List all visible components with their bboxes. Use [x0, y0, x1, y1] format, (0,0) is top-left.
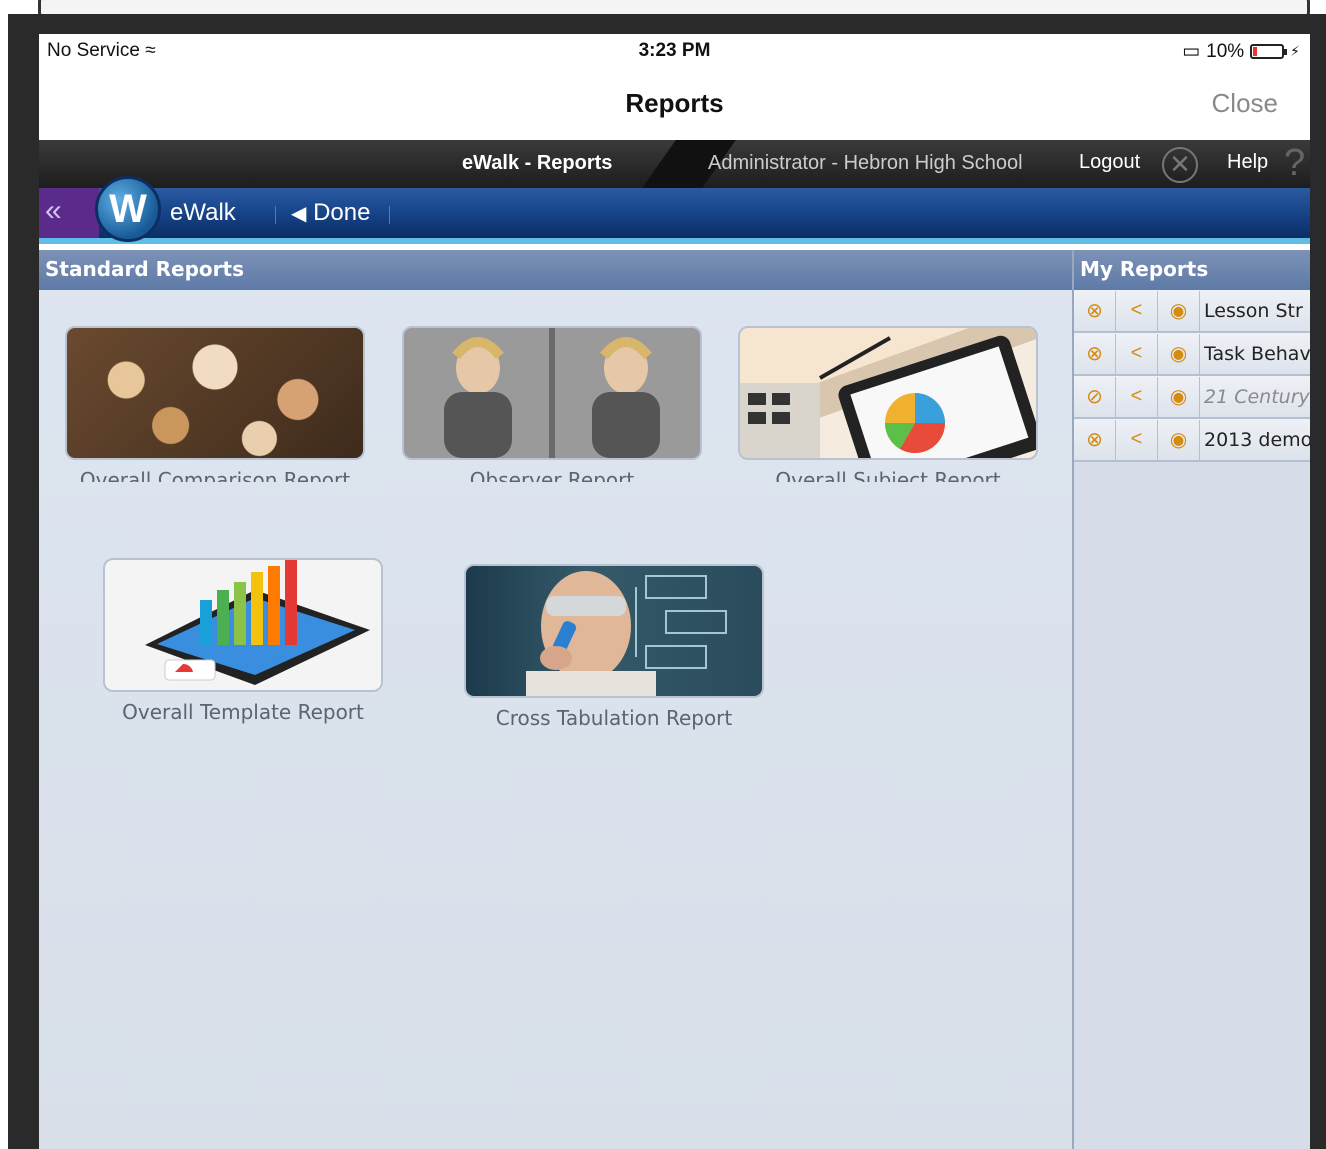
close-button[interactable]: Close: [1212, 88, 1278, 119]
observer-image: [402, 326, 702, 460]
delete-icon[interactable]: ⊗: [1074, 419, 1116, 460]
airplay-icon: ▭: [1182, 41, 1201, 62]
collapse-menu-button[interactable]: «: [39, 188, 99, 238]
view-eye-icon[interactable]: ◉: [1158, 376, 1200, 417]
toolbar-divider: [275, 206, 276, 224]
report-tile-label: Overall Template Report: [122, 700, 364, 724]
device-bezel-left: [8, 14, 39, 1149]
report-tile-observer[interactable]: Observer Report: [402, 326, 702, 482]
template-illustration: [145, 560, 370, 685]
report-tile-overall-template[interactable]: Overall Template Report: [103, 558, 383, 724]
clock: 3:23 PM: [638, 40, 711, 61]
ewalk-logo[interactable]: W: [95, 176, 161, 242]
my-report-row[interactable]: ⊗ < ◉ 2013 demo: [1074, 419, 1310, 462]
my-reports-panel: My Reports ⊗ < ◉ Lesson Str ⊗ < ◉ Task B…: [1072, 250, 1310, 1149]
share-icon[interactable]: <: [1116, 419, 1158, 460]
help-link[interactable]: Help: [1227, 151, 1268, 174]
my-report-title[interactable]: Task Behav: [1200, 343, 1310, 365]
standard-reports-heading: Standard Reports: [39, 250, 1072, 290]
status-right: ▭ 10% ⚡: [1182, 40, 1300, 63]
share-icon[interactable]: <: [1116, 376, 1158, 417]
my-report-row[interactable]: ⊗ < ◉ Task Behav: [1074, 333, 1310, 376]
report-tile-cross-tabulation[interactable]: Cross Tabulation Report: [464, 564, 764, 730]
organization-label: Administrator - Hebron High School: [708, 152, 1023, 174]
view-eye-icon[interactable]: ◉: [1158, 333, 1200, 374]
share-icon[interactable]: <: [1116, 290, 1158, 331]
disabled-icon[interactable]: ⊘: [1074, 376, 1116, 417]
report-tile-label: Overall Subject Report: [775, 468, 1001, 482]
subject-illustration: [740, 335, 1036, 458]
device-frame: [8, 14, 1326, 34]
view-eye-icon[interactable]: ◉: [1158, 419, 1200, 460]
report-tile-overall-comparison[interactable]: Overall Comparison Report: [65, 326, 365, 482]
back-arrow-icon: ◀: [291, 203, 307, 225]
report-tile-overall-subject[interactable]: Overall Subject Report: [738, 326, 1038, 482]
observer-illustration: [444, 337, 660, 458]
breadcrumb: eWalk - Reports: [462, 152, 613, 174]
toolbar-divider: [389, 206, 390, 224]
screen: No Service ≈ 3:23 PM ▭ 10% ⚡ Reports Clo…: [39, 34, 1310, 1149]
my-report-title[interactable]: 21 Century: [1200, 386, 1310, 408]
app-toolbar: « W eWalk ◀ Done: [39, 176, 1310, 244]
share-icon[interactable]: <: [1116, 333, 1158, 374]
my-report-row[interactable]: ⊗ < ◉ Lesson Str: [1074, 290, 1310, 333]
done-button[interactable]: ◀ Done: [291, 199, 370, 227]
delete-icon[interactable]: ⊗: [1074, 290, 1116, 331]
page-title: Reports: [625, 88, 724, 118]
tablet-chart-image: [738, 326, 1038, 460]
my-report-title[interactable]: Lesson Str: [1200, 300, 1303, 322]
battery-icon: [1250, 44, 1288, 59]
scientist-image: [464, 564, 764, 698]
app-menu-button[interactable]: eWalk: [170, 199, 236, 227]
report-tile-label: Cross Tabulation Report: [495, 706, 733, 730]
report-tile-label: Overall Comparison Report: [79, 468, 351, 482]
delete-icon[interactable]: ⊗: [1074, 333, 1116, 374]
logout-icon[interactable]: ✕: [1162, 147, 1198, 183]
logout-link[interactable]: Logout: [1079, 151, 1140, 174]
view-eye-icon[interactable]: ◉: [1158, 290, 1200, 331]
charging-icon: ⚡: [1290, 43, 1300, 59]
help-icon[interactable]: ?: [1284, 142, 1305, 185]
crosstab-illustration: [526, 571, 727, 696]
device-bezel-right: [1310, 14, 1326, 1149]
done-label: Done: [313, 199, 371, 226]
battery-percent: 10%: [1206, 40, 1245, 62]
standard-reports-panel: Standard Reports Overall Comparison Repo…: [39, 250, 1072, 1149]
my-report-row[interactable]: ⊘ < ◉ 21 Century: [1074, 376, 1310, 419]
shells-image: [65, 326, 365, 460]
my-reports-heading: My Reports: [1074, 250, 1310, 290]
app-header: eWalk - Reports Administrator - Hebron H…: [39, 140, 1310, 188]
nav-bar: Reports Close: [39, 68, 1310, 140]
bar-chart-image: [103, 558, 383, 692]
report-tile-label: Observer Report: [469, 468, 635, 482]
my-report-title[interactable]: 2013 demo: [1200, 429, 1310, 451]
status-bar: No Service ≈ 3:23 PM ▭ 10% ⚡: [39, 34, 1310, 68]
